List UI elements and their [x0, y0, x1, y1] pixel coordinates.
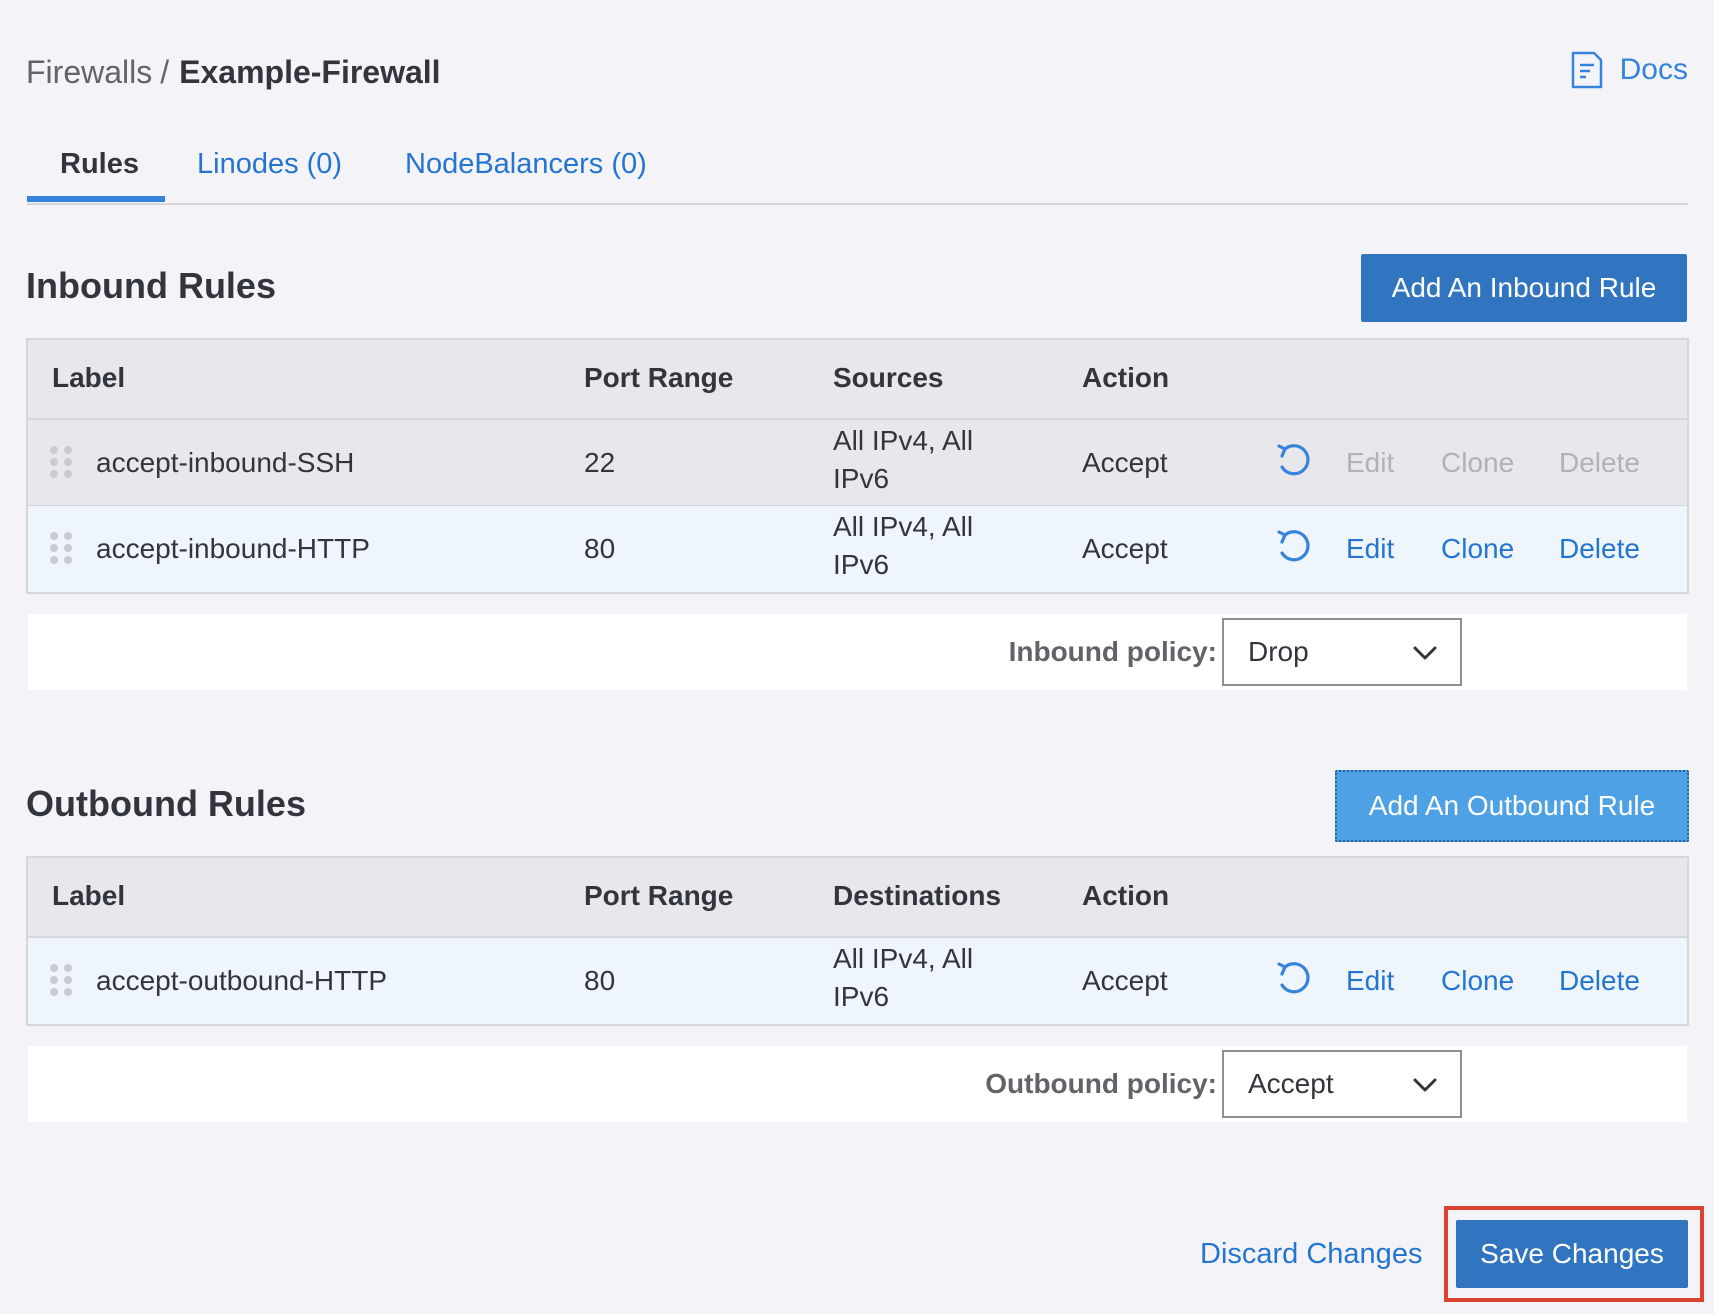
table-row: accept-outbound-HTTP 80 All IPv4, All IP… — [28, 938, 1687, 1024]
add-inbound-rule-button[interactable]: Add An Inbound Rule — [1361, 254, 1687, 322]
delete-rule-button[interactable]: Delete — [1559, 444, 1640, 482]
column-header-label: Label — [52, 362, 126, 393]
column-header-sources: Sources — [833, 362, 944, 393]
rule-sources: All IPv4, All IPv6 — [833, 425, 974, 494]
rule-port-range: 80 — [584, 965, 616, 996]
table-header: Label Port Range Sources Action — [28, 340, 1687, 420]
rule-destinations: All IPv4, All IPv6 — [833, 943, 974, 1012]
breadcrumb-separator: / — [160, 54, 170, 90]
rule-action: Accept — [1082, 965, 1168, 996]
undo-icon[interactable] — [1273, 440, 1313, 480]
table-row: accept-inbound-HTTP 80 All IPv4, All IPv… — [28, 506, 1687, 592]
inbound-rules-heading: Inbound Rules — [26, 265, 276, 306]
breadcrumb: Firewalls / Example-Firewall — [26, 50, 441, 94]
docs-icon — [1571, 51, 1602, 89]
column-header-port-range: Port Range — [584, 880, 734, 911]
rule-port-range: 80 — [584, 533, 616, 564]
tab-linodes[interactable]: Linodes (0) — [197, 142, 342, 186]
column-header-destinations: Destinations — [833, 880, 1002, 911]
rule-action: Accept — [1082, 447, 1168, 478]
drag-handle-icon[interactable] — [50, 532, 72, 566]
active-tab-indicator — [27, 196, 165, 202]
table-row: accept-inbound-SSH 22 All IPv4, All IPv6… — [28, 420, 1687, 506]
column-header-action: Action — [1082, 880, 1170, 911]
firewall-rules-page: Firewalls / Example-Firewall Docs Rules Li… — [0, 0, 1714, 1314]
breadcrumb-firewalls-link[interactable]: Firewalls — [26, 54, 152, 90]
rule-sources: All IPv4, All IPv6 — [833, 511, 974, 580]
discard-changes-button[interactable]: Discard Changes — [1200, 1232, 1422, 1276]
docs-link[interactable]: Docs — [1570, 48, 1688, 92]
tab-nodebalancers[interactable]: NodeBalancers (0) — [405, 142, 647, 186]
undo-icon[interactable] — [1273, 958, 1313, 998]
outbound-policy-value: Accept — [1248, 1068, 1334, 1099]
column-header-action: Action — [1082, 362, 1170, 393]
outbound-policy-row: Outbound policy: Accept — [28, 1046, 1687, 1122]
inbound-policy-select[interactable]: Drop — [1222, 618, 1462, 686]
outbound-rules-heading: Outbound Rules — [26, 783, 306, 824]
tab-rules[interactable]: Rules — [60, 142, 139, 186]
outbound-policy-label: Outbound policy: — [985, 1068, 1217, 1099]
edit-rule-button[interactable]: Edit — [1346, 530, 1394, 568]
inbound-policy-value: Drop — [1248, 636, 1309, 667]
edit-rule-button[interactable]: Edit — [1346, 444, 1394, 482]
undo-icon[interactable] — [1273, 526, 1313, 566]
save-changes-button[interactable]: Save Changes — [1456, 1220, 1688, 1288]
inbound-policy-row: Inbound policy: Drop — [28, 614, 1687, 690]
add-outbound-rule-button[interactable]: Add An Outbound Rule — [1335, 770, 1689, 842]
rule-action: Accept — [1082, 533, 1168, 564]
outbound-policy-select[interactable]: Accept — [1222, 1050, 1462, 1118]
clone-rule-button[interactable]: Clone — [1441, 444, 1514, 482]
column-header-label: Label — [52, 880, 126, 911]
rule-label: accept-outbound-HTTP — [96, 965, 388, 996]
column-header-port-range: Port Range — [584, 362, 734, 393]
page-title[interactable]: Example-Firewall — [179, 54, 440, 90]
outbound-rules-table: Label Port Range Destinations Action acc… — [26, 856, 1689, 1026]
delete-rule-button[interactable]: Delete — [1559, 530, 1640, 568]
delete-rule-button[interactable]: Delete — [1559, 962, 1640, 1000]
edit-rule-button[interactable]: Edit — [1346, 962, 1394, 1000]
drag-handle-icon[interactable] — [50, 446, 72, 480]
drag-handle-icon[interactable] — [50, 964, 72, 998]
tab-bar: Rules Linodes (0) NodeBalancers (0) — [27, 130, 1688, 205]
rule-port-range: 22 — [584, 447, 616, 478]
chevron-down-icon — [1413, 646, 1437, 660]
inbound-policy-label: Inbound policy: — [1008, 636, 1217, 667]
chevron-down-icon — [1413, 1078, 1437, 1092]
clone-rule-button[interactable]: Clone — [1441, 530, 1514, 568]
table-header: Label Port Range Destinations Action — [28, 858, 1687, 938]
docs-label: Docs — [1619, 53, 1688, 86]
rule-label: accept-inbound-HTTP — [96, 533, 370, 564]
inbound-rules-table: Label Port Range Sources Action accept-i… — [26, 338, 1689, 594]
clone-rule-button[interactable]: Clone — [1441, 962, 1514, 1000]
rule-label: accept-inbound-SSH — [96, 447, 355, 478]
